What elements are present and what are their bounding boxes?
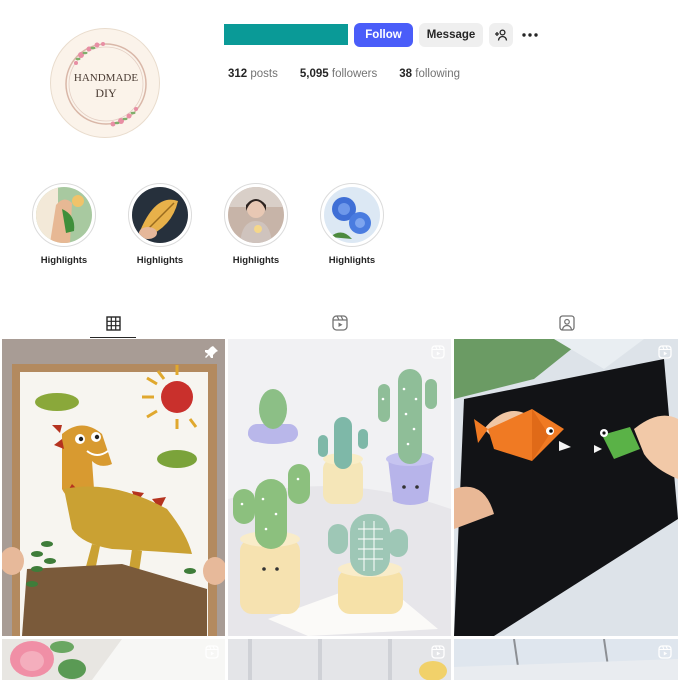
tab-tagged[interactable] [547,308,587,338]
stat-posts-label: posts [250,68,278,80]
stat-followers-label: followers [331,68,378,80]
pin-icon [205,346,218,358]
profile-stats: 312 posts 5,095 followers 38 following [228,68,482,80]
reel-icon [658,345,672,359]
highlight-2[interactable]: Highlights [128,183,192,266]
more-horizontal-icon [522,33,538,37]
post-6[interactable] [454,639,678,680]
highlight-2-label: Highlights [136,255,184,266]
highlight-4-label: Highlights [328,255,376,266]
highlight-3-thumbnail [228,187,284,243]
active-tab-indicator [90,337,136,338]
stat-followers-count: 5,095 [299,68,329,80]
reel-icon [205,645,219,659]
reel-icon [431,345,445,359]
post-1[interactable] [2,339,225,636]
post-2[interactable] [228,339,451,636]
profile-avatar[interactable]: HANDMADE DIY [50,28,160,138]
highlight-4-thumbnail [324,187,380,243]
message-button-label: Message [426,29,476,41]
reel-icon [658,645,672,659]
stat-following[interactable]: 38 following [399,68,460,80]
highlight-3-label: Highlights [232,255,280,266]
highlight-2-thumbnail [132,187,188,243]
add-person-icon [495,29,508,41]
highlight-4[interactable]: Highlights [320,183,384,266]
profile-tabs [0,308,680,338]
follow-button-label: Follow [365,29,402,41]
tab-reels[interactable] [320,308,360,338]
tagged-icon [559,315,575,331]
message-button[interactable]: Message [419,23,483,47]
stat-following-count: 38 [399,68,413,80]
post-5[interactable] [228,639,451,680]
follow-button[interactable]: Follow [354,23,413,47]
avatar-text-line2: DIY [95,86,117,100]
highlight-1-thumbnail [36,187,92,243]
highlight-1[interactable]: Highlights [32,183,96,266]
reel-icon [431,645,445,659]
stat-posts-count: 312 [228,68,248,80]
avatar-text-line1: HANDMADE [74,72,138,84]
stat-following-label: following [415,68,461,80]
add-user-button[interactable] [489,23,513,47]
post-3[interactable] [454,339,678,636]
post-4[interactable] [2,639,225,680]
reels-icon [332,315,348,331]
stat-followers[interactable]: 5,095 followers [300,68,377,80]
highlight-3[interactable]: Highlights [224,183,288,266]
stat-posts: 312 posts [228,68,278,80]
more-options-button[interactable] [518,25,542,45]
tab-posts[interactable] [93,308,133,338]
username-redacted-bar [224,24,348,45]
highlight-1-label: Highlights [40,255,88,266]
grid-icon [105,315,121,331]
